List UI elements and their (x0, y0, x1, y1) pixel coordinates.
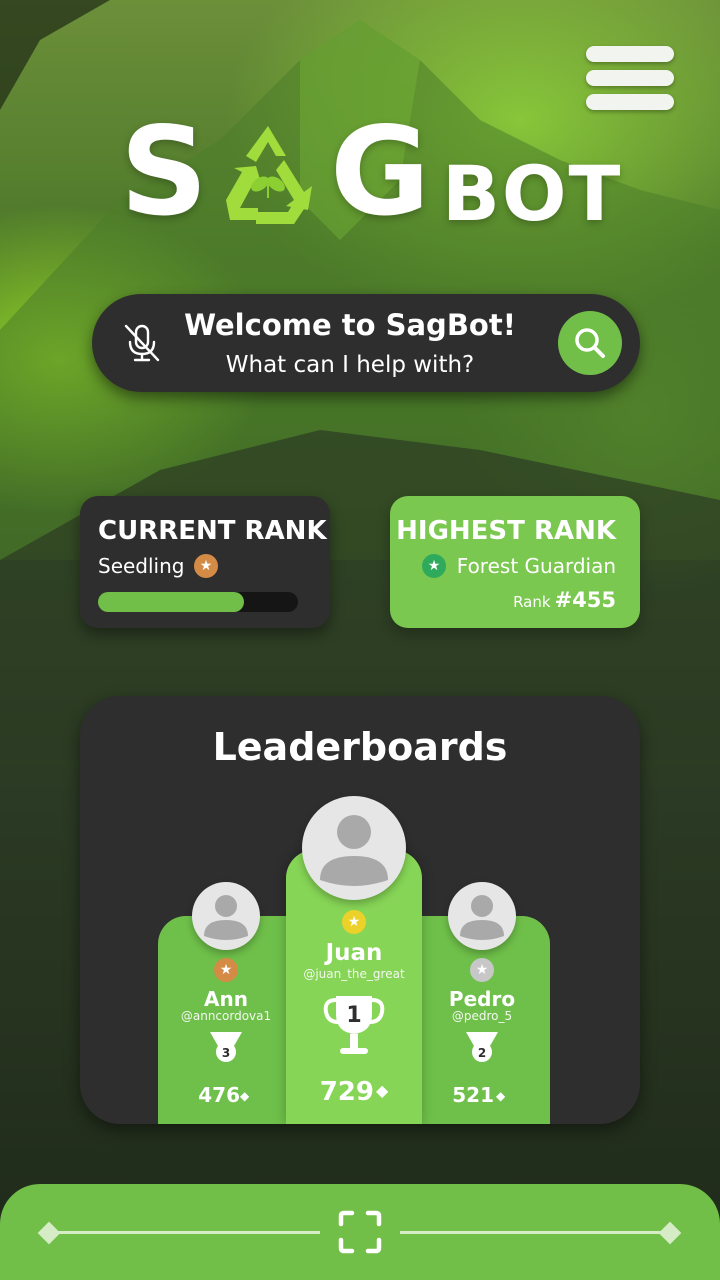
recycle-leaf-icon (226, 126, 312, 224)
gem-icon: ◆ (376, 1081, 389, 1100)
bronze-star-icon: ★ (194, 554, 218, 578)
sagbot-logo: S G BOT (120, 101, 620, 243)
highest-rank-level: Forest Guardian (456, 554, 616, 578)
player-handle: @anncordova1 (180, 1009, 272, 1023)
green-star-icon: ★ (422, 554, 446, 578)
current-rank-level: Seedling (98, 554, 185, 578)
logo-letter-g: G (330, 101, 430, 243)
menu-line-icon (586, 46, 674, 62)
rank-value: #455 (554, 588, 616, 612)
highest-rank-title: HIGHEST RANK (396, 516, 616, 546)
gold-star-icon: ★ (342, 910, 366, 934)
trophy-number: 1 (346, 1003, 361, 1028)
track-line-left (54, 1231, 320, 1234)
player-score: 729 (319, 1077, 374, 1107)
medal-number: 3 (222, 1046, 230, 1060)
rank-label: Rank (513, 593, 551, 611)
rank-progress-bar (98, 592, 298, 612)
logo-suffix: BOT (442, 149, 623, 238)
player-score: 521 (452, 1083, 494, 1107)
assistant-search-bar[interactable]: Welcome to SagBot! What can I help with? (92, 294, 640, 392)
silver-medal-icon: 2 (466, 1032, 498, 1062)
menu-line-icon (586, 94, 674, 110)
silver-star-icon: ★ (470, 958, 494, 982)
avatar[interactable] (192, 882, 260, 950)
track-line-right (400, 1231, 666, 1234)
bronze-star-icon: ★ (214, 958, 238, 982)
user-avatar-icon (204, 895, 248, 940)
leaderboard-panel: Leaderboards ★ Ann @anncordova1 3 476 ◆ … (80, 696, 640, 1124)
avatar[interactable] (448, 882, 516, 950)
logo-letter-s: S (120, 101, 208, 243)
gem-icon: ◆ (496, 1089, 506, 1103)
player-handle: @pedro_5 (451, 1009, 513, 1023)
current-rank-card[interactable]: CURRENT RANK Seedling ★ (80, 496, 330, 628)
player-name: Juan (325, 940, 383, 966)
scan-button[interactable] (338, 1210, 382, 1254)
avatar[interactable] (302, 796, 406, 900)
hamburger-menu-button[interactable] (586, 46, 674, 110)
player-score: 476 (198, 1083, 240, 1107)
track-diamond-right-icon (658, 1221, 682, 1245)
bottom-navigation-bar (0, 1184, 720, 1280)
welcome-heading: Welcome to SagBot! (184, 308, 516, 342)
gem-icon: ◆ (240, 1089, 250, 1103)
bronze-medal-icon: 3 (210, 1032, 242, 1062)
user-avatar-icon (320, 815, 388, 886)
search-icon (575, 328, 605, 358)
search-button[interactable] (558, 311, 622, 375)
user-avatar-icon (460, 895, 504, 940)
highest-rank-card[interactable]: HIGHEST RANK ★ Forest Guardian Rank #455 (390, 496, 640, 628)
player-handle: @juan_the_great (303, 967, 405, 981)
scan-icon (338, 1210, 382, 1254)
menu-line-icon (586, 70, 674, 86)
leaderboard-title: Leaderboards (212, 725, 508, 769)
medal-number: 2 (478, 1046, 486, 1060)
help-prompt: What can I help with? (225, 352, 475, 378)
mic-off-icon[interactable] (122, 322, 162, 364)
highest-rank-number: Rank #455 (513, 586, 616, 616)
current-rank-title: CURRENT RANK (98, 516, 327, 546)
rank-progress-fill (98, 592, 244, 612)
trophy-icon: 1 (323, 996, 385, 1054)
